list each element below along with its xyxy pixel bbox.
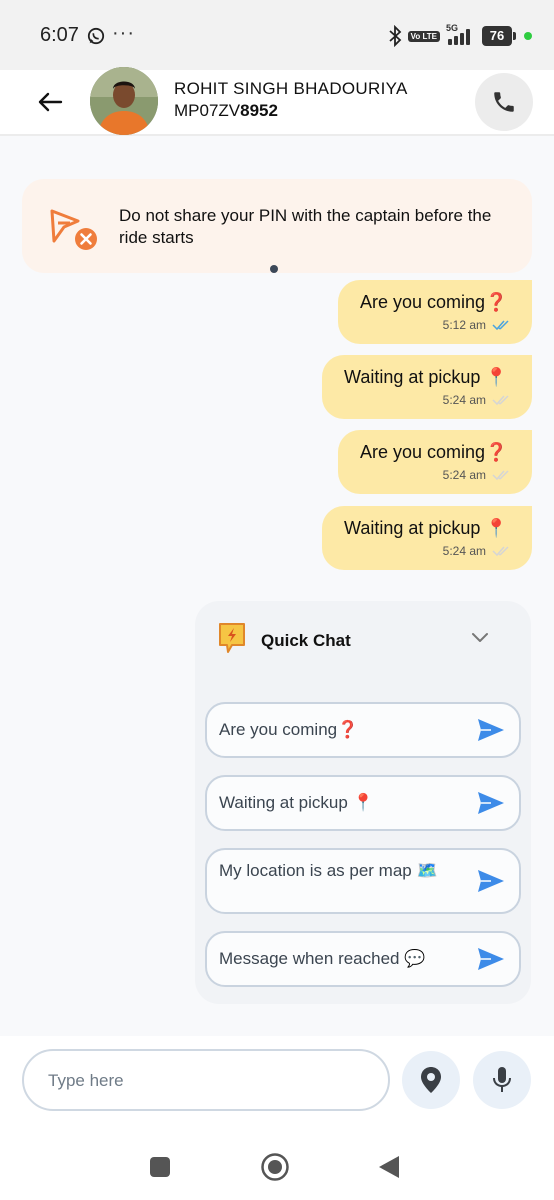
send-icon <box>478 719 504 741</box>
pin-warning-text: Do not share your PIN with the captain b… <box>119 206 492 247</box>
privacy-indicator-dot <box>524 32 532 40</box>
delivered-ticks-icon <box>492 395 509 406</box>
delivered-ticks-icon <box>492 546 509 557</box>
status-bar: 6:07 ··· Vo LTE 5G 76 <box>0 0 554 70</box>
message-meta: 5:24 am <box>443 468 512 482</box>
message-meta: 5:24 am <box>443 544 512 558</box>
volte-badge: Vo LTE <box>407 30 440 42</box>
quick-reply-waiting-at-pickup[interactable]: Waiting at pickup 📍 <box>205 775 521 831</box>
share-location-button[interactable] <box>402 1051 460 1109</box>
network-type: 5G <box>446 23 459 33</box>
voice-message-button[interactable] <box>473 1051 531 1109</box>
status-icons: Vo LTE 5G 76 <box>388 23 532 48</box>
message-text: Are you coming❓ <box>360 292 508 312</box>
quick-chat-panel: Quick Chat Are you coming❓ Waiting at pi… <box>195 601 531 1004</box>
captain-name: ROHIT SINGH BHADOURIYA <box>174 79 408 98</box>
call-button[interactable] <box>475 73 533 131</box>
message-input[interactable] <box>46 1067 370 1095</box>
bluetooth-icon <box>389 25 401 47</box>
quick-reply-label: Waiting at pickup 📍 <box>219 793 374 812</box>
carousel-indicator <box>270 265 278 273</box>
message-text: Waiting at pickup 📍 <box>344 367 508 387</box>
system-back-button[interactable] <box>378 1155 400 1179</box>
captain-avatar <box>90 67 158 135</box>
recent-apps-button[interactable] <box>150 1157 170 1177</box>
chevron-down-icon[interactable] <box>471 632 489 644</box>
message-bubble[interactable]: Waiting at pickup 📍 5:24 am <box>322 355 532 419</box>
read-ticks-icon <box>492 320 509 331</box>
status-time: 6:07 <box>40 24 79 46</box>
chat-thread: Do not share your PIN with the captain b… <box>0 136 554 1036</box>
vehicle-number: MP07ZV8952 <box>174 101 278 121</box>
quick-reply-label: My location is as per map 🗺️ <box>219 861 438 880</box>
message-time: 5:24 am <box>442 468 486 482</box>
message-bubble[interactable]: Are you coming❓ 5:12 am <box>338 280 532 344</box>
chat-screen: 6:07 ··· Vo LTE 5G 76 ROHIT SINGH BHADOU… <box>0 0 554 1200</box>
plate-prefix: MP07ZV <box>174 101 241 120</box>
quick-reply-are-you-coming[interactable]: Are you coming❓ <box>205 702 521 758</box>
chat-header: ROHIT SINGH BHADOURIYA MP07ZV8952 <box>0 67 554 136</box>
microphone-icon <box>493 1067 511 1092</box>
quick-reply-label: Message when reached 💬 <box>219 949 426 968</box>
message-meta: 5:24 am <box>443 393 512 407</box>
pin-warning-icon <box>50 209 97 250</box>
back-arrow-icon[interactable] <box>36 88 64 116</box>
quick-chat-icon <box>219 623 245 653</box>
more-notifications-icon: ··· <box>112 22 135 44</box>
plate-suffix: 8952 <box>240 101 278 120</box>
quick-chat-title: Quick Chat <box>261 631 351 650</box>
message-time: 5:24 am <box>442 393 486 407</box>
send-icon <box>478 948 504 970</box>
message-text: Are you coming❓ <box>360 442 508 462</box>
message-meta: 5:12 am <box>443 318 512 332</box>
battery-icon: 76 <box>482 26 516 46</box>
quick-reply-location-as-per-map[interactable]: My location is as per map 🗺️ <box>205 848 521 914</box>
message-bubble[interactable]: Waiting at pickup 📍 5:24 am <box>322 506 532 570</box>
message-bubble[interactable]: Are you coming❓ 5:24 am <box>338 430 532 494</box>
send-icon <box>478 870 504 892</box>
whatsapp-icon <box>87 27 105 45</box>
message-time: 5:24 am <box>442 544 486 558</box>
quick-reply-message-when-reached[interactable]: Message when reached 💬 <box>205 931 521 987</box>
message-composer <box>22 1049 390 1111</box>
signal-icon: 5G <box>446 23 476 47</box>
delivered-ticks-icon <box>492 470 509 481</box>
home-button[interactable] <box>260 1152 290 1182</box>
phone-icon <box>494 92 514 112</box>
message-text: Waiting at pickup 📍 <box>344 518 508 538</box>
message-time: 5:12 am <box>442 318 486 332</box>
send-icon <box>478 792 504 814</box>
pin-warning-banner: Do not share your PIN with the captain b… <box>22 179 532 273</box>
quick-reply-label: Are you coming❓ <box>219 720 359 739</box>
location-pin-icon <box>421 1067 441 1093</box>
system-nav-bar <box>0 1136 554 1200</box>
